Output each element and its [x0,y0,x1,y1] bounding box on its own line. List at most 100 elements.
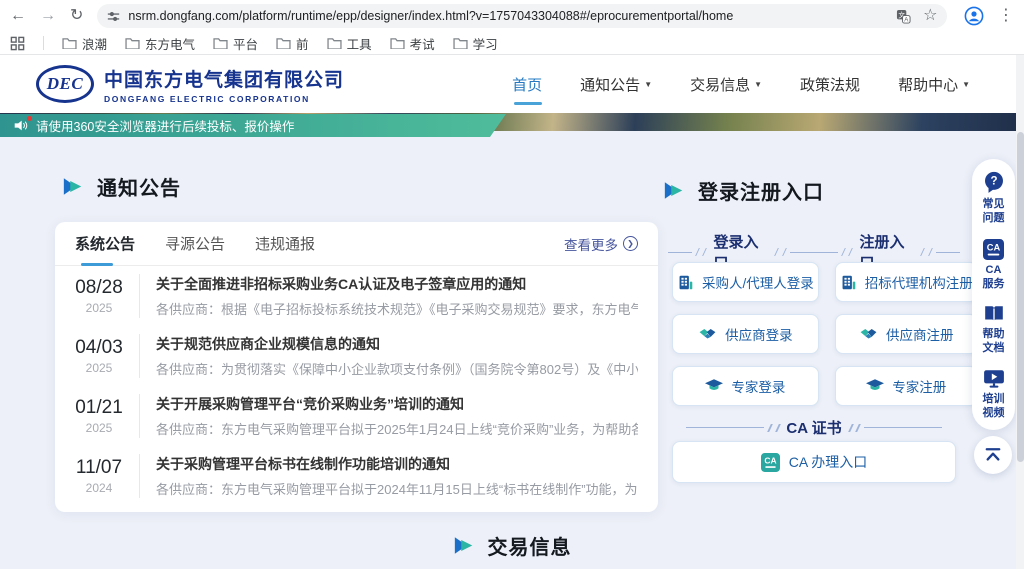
notice-month-day: 08/28 [71,277,127,299]
folder-icon [213,37,228,49]
nav-label: 首页 [512,74,542,95]
sidebar-item-ca-service[interactable]: CA CA服务 [981,239,1007,292]
url-bar[interactable]: nsrm.dongfang.com/platform/runtime/epp/d… [97,4,947,28]
notice-title[interactable]: 关于全面推进非招标采购业务CA认证及电子签章应用的通知 [156,274,638,294]
sidebar-label: 培训视频 [981,392,1007,421]
section-arrow-icon [453,536,475,555]
notice-desc: 各供应商：东方电气采购管理平台拟于2025年1月24日上线“竞价采购”业务，为帮… [156,419,638,438]
circle-chevron-icon: ❯ [623,236,638,251]
notice-tabs: 系统公告 寻源公告 违规通报 查看更多 ❯ [55,222,658,266]
button-label: 专家登录 [731,376,785,396]
nav-policies[interactable]: 政策法规 [800,68,860,101]
sidebar-label: CA服务 [981,263,1007,292]
supplier-login-button[interactable]: 供应商登录 [672,314,819,354]
trade-section-title: 交易信息 [453,531,572,560]
expert-register-button[interactable]: 专家注册 [835,366,978,406]
bookmark-label: 东方电气 [145,34,195,53]
folder-icon [453,37,468,49]
bookmarks-bar: 浪潮 东方电气 平台 前 工具 考试 学习 [0,32,1024,55]
bidding-agency-register-button[interactable]: 招标代理机构注册 [835,262,978,302]
notice-title[interactable]: 关于开展采购管理平台“竞价采购业务”培训的通知 [156,394,638,414]
notice-row[interactable]: 01/21 2025 关于开展采购管理平台“竞价采购业务”培训的通知 各供应商：… [55,386,658,446]
browser-toolbar: ← → ↻ nsrm.dongfang.com/platform/runtime… [0,0,1024,32]
notice-row[interactable]: 08/28 2025 关于全面推进非招标采购业务CA认证及电子签章应用的通知 各… [55,266,658,326]
company-logo[interactable]: DEC 中国东方电气集团有限公司 DONGFANG ELECTRIC CORPO… [36,65,344,104]
sidebar-label: 帮助文档 [981,327,1007,356]
notice-section-title: 通知公告 [62,172,181,201]
forward-icon[interactable]: → [40,8,56,24]
button-label: 供应商注册 [886,324,954,344]
nav-home[interactable]: 首页 [512,68,542,101]
nav-label: 帮助中心 [898,74,958,95]
tab-violation-reports[interactable]: 违规通报 [255,222,315,266]
bookmark-folder[interactable]: 浪潮 [62,34,107,53]
notice-title[interactable]: 关于规范供应商企业规模信息的通知 [156,334,638,354]
folder-icon [276,37,291,49]
notice-year: 2024 [71,481,127,495]
scrollbar-thumb[interactable] [1017,132,1024,462]
speaker-icon [14,119,28,132]
tab-system-notices[interactable]: 系统公告 [75,222,135,266]
bookmark-folder[interactable]: 工具 [327,34,372,53]
profile-icon[interactable] [964,6,984,26]
bookmark-label: 考试 [410,34,435,53]
sidebar-item-help-docs[interactable]: 帮助文档 [981,304,1007,356]
back-icon[interactable]: ← [10,8,26,24]
chevron-down-icon: ▼ [754,80,762,89]
menu-dots-icon[interactable]: ⋮ [998,8,1014,24]
button-label: 供应商登录 [725,324,793,344]
training-video-icon [983,369,1005,389]
notice-year: 2025 [71,421,127,435]
translate-icon[interactable]: 文A [896,9,911,24]
notice-row[interactable]: 11/07 2024 关于采购管理平台标书在线制作功能培训的通知 各供应商：东方… [55,446,658,506]
company-name-cn: 中国东方电气集团有限公司 [104,65,344,92]
scholar-cap-icon [705,379,723,393]
folder-icon [327,37,342,49]
ca-apply-button[interactable]: CA CA 办理入口 [672,441,956,483]
view-more-link[interactable]: 查看更多 ❯ [564,234,638,254]
sidebar-item-training-videos[interactable]: 培训视频 [981,369,1007,421]
ca-cert-header: CA 证书 [672,417,956,438]
purchaser-agent-login-button[interactable]: 采购人/代理人登录 [672,262,819,302]
bookmark-folder[interactable]: 考试 [390,34,435,53]
browser-window: ← → ↻ nsrm.dongfang.com/platform/runtime… [0,0,1024,569]
notice-month-day: 04/03 [71,337,127,359]
nav-help-center[interactable]: 帮助中心▼ [898,68,970,101]
tab-sourcing-notices[interactable]: 寻源公告 [165,222,225,266]
apps-grid-icon[interactable] [10,36,25,51]
bookmark-folder[interactable]: 平台 [213,34,258,53]
notice-title[interactable]: 关于采购管理平台标书在线制作功能培训的通知 [156,454,638,474]
login-section-title: 登录注册入口 [663,176,824,205]
bookmark-folder[interactable]: 学习 [453,34,498,53]
notice-month-day: 01/21 [71,397,127,419]
nav-notices[interactable]: 通知公告▼ [580,68,652,101]
building-icon [677,274,694,291]
folder-icon [62,37,77,49]
bookmark-folder[interactable]: 东方电气 [125,34,195,53]
sidebar-item-faq[interactable]: ? 常见问题 [981,171,1007,226]
folder-icon [125,37,140,49]
svg-text:?: ? [990,176,997,188]
supplier-register-button[interactable]: 供应商注册 [835,314,978,354]
notice-row[interactable]: 04/03 2025 关于规范供应商企业规模信息的通知 各供应商：为贯彻落实《保… [55,326,658,386]
bookmark-folder[interactable]: 前 [276,34,309,53]
site-info-icon[interactable] [107,10,120,23]
nav-trade-info[interactable]: 交易信息▼ [690,68,762,101]
building-icon [840,274,857,291]
url-text[interactable]: nsrm.dongfang.com/platform/runtime/epp/d… [128,9,888,23]
button-label: 采购人/代理人登录 [702,272,814,292]
notice-desc: 各供应商：根据《电子招标投标系统技术规范》《电子采购交易规范》要求，东方电气采购… [156,299,638,318]
notice-date: 11/07 2024 [71,457,127,495]
bookmark-star-icon[interactable]: ☆ [923,8,937,24]
notice-date: 08/28 2025 [71,277,127,315]
announcement-banner: 请使用360安全浏览器进行后续投标、报价操作 [0,114,506,137]
divider [43,36,44,50]
help-doc-icon [983,304,1005,324]
expert-login-button[interactable]: 专家登录 [672,366,819,406]
notification-dot [27,116,32,121]
reload-icon[interactable]: ↻ [70,8,83,24]
section-title-text: 通知公告 [97,172,181,201]
back-to-top-button[interactable] [974,436,1012,474]
view-more-label: 查看更多 [564,234,618,254]
bookmark-label: 学习 [473,34,498,53]
